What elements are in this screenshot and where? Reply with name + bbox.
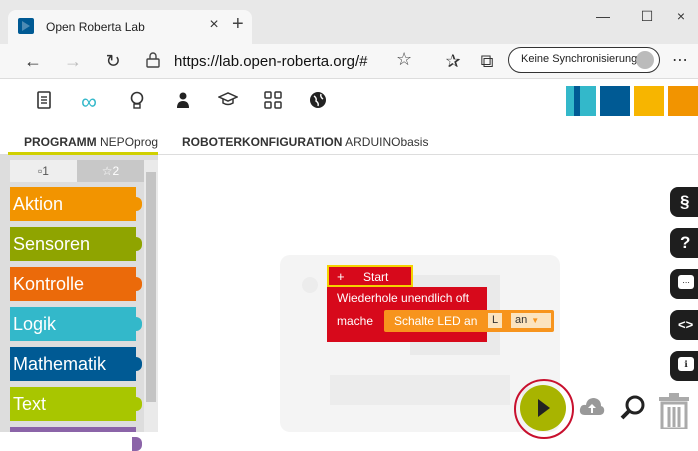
category-mathematik[interactable]: Mathematik (10, 347, 142, 381)
more-menu-icon[interactable]: ⋯ (672, 50, 688, 70)
help-icon: ? (680, 233, 691, 252)
lock-icon (146, 52, 160, 68)
code-brackets-icon: <> (678, 317, 694, 332)
new-tab-button[interactable]: + (232, 14, 244, 34)
start-label: Start (363, 270, 389, 284)
zoom-icon[interactable] (620, 395, 646, 421)
tab-close-icon[interactable]: × (204, 16, 224, 34)
cloud-upload-icon[interactable] (578, 395, 606, 417)
forward-arrow-icon[interactable]: → (60, 49, 86, 73)
close-window-button[interactable]: × (666, 8, 696, 24)
collections-icon[interactable]: ⧉ (474, 49, 500, 73)
led-pin-field[interactable]: L (488, 313, 502, 328)
category-partial[interactable] (10, 427, 142, 451)
do-label: mache (337, 314, 374, 328)
sync-button[interactable]: Keine Synchronisierung (508, 47, 660, 73)
favorite-star-icon[interactable]: ☆ (396, 49, 412, 70)
globe-icon[interactable] (307, 91, 329, 113)
toolbox-level-2-tab[interactable]: ☆2 (77, 160, 144, 182)
switch-led-block[interactable]: Schalte LED an L an ▼ (384, 310, 554, 332)
tab-program[interactable]: PROGRAMM NEPOprog (24, 135, 158, 149)
app-menubar: ∞ (0, 79, 698, 124)
open-roberta-favicon (18, 18, 34, 34)
back-arrow-icon[interactable]: ← (20, 49, 46, 73)
help-button[interactable]: ? (670, 228, 698, 258)
profile-avatar (636, 51, 654, 69)
blockly-workspace[interactable]: ▫1 ☆2 Aktion Sensoren Kontrolle Logik Ma… (0, 155, 698, 451)
category-kontrolle[interactable]: Kontrolle (10, 267, 142, 301)
toolbox-level-tabs: ▫1 ☆2 (10, 160, 144, 182)
category-aktion[interactable]: Aktion (10, 187, 142, 221)
browser-titlebar: Open Roberta Lab × + — ☐ × (0, 0, 698, 44)
paragraph-icon: § (680, 192, 690, 211)
browser-toolbar: ← → ↻ https://lab.open-roberta.org/# ☆ ✰… (0, 44, 698, 79)
reload-icon[interactable]: ↻ (100, 49, 126, 73)
user-icon[interactable] (172, 91, 194, 113)
comment-icon: ℹ (678, 357, 694, 371)
document-icon[interactable] (33, 91, 55, 113)
category-sensoren[interactable]: Sensoren (10, 227, 142, 261)
run-button-highlight-circle (514, 379, 574, 439)
tab-title: Open Roberta Lab (46, 20, 145, 34)
graduation-cap-icon[interactable] (217, 91, 239, 113)
toolbox-scrollbar[interactable] (144, 160, 158, 432)
repeat-label: Wiederhole unendlich oft (337, 291, 470, 305)
tab-robot-config[interactable]: ROBOTERKONFIGURATION ARDUINObasis (182, 135, 428, 149)
start-block[interactable]: + Start (327, 265, 413, 287)
toolbox-scroll-thumb[interactable] (146, 172, 156, 402)
favorites-list-icon[interactable]: ✰ (440, 49, 466, 73)
category-logik[interactable]: Logik (10, 307, 142, 341)
grid-icon[interactable] (262, 91, 284, 113)
infinity-icon[interactable]: ∞ (78, 91, 100, 113)
robot-screen-icon: ∙∙∙ (678, 275, 694, 289)
trash-icon[interactable] (657, 393, 691, 429)
minimize-button[interactable]: — (588, 8, 618, 24)
nepo-logo (566, 86, 698, 116)
maximize-button[interactable]: ☐ (632, 8, 662, 25)
simulation-button[interactable]: ∙∙∙ (670, 269, 698, 299)
program-tabs: PROGRAMM NEPOprog ROBOTERKONFIGURATION A… (0, 124, 698, 155)
code-view-button[interactable]: § (670, 187, 698, 217)
sync-label: Keine Synchronisierung (521, 53, 638, 65)
toolbox: ▫1 ☆2 Aktion Sensoren Kontrolle Logik Ma… (0, 155, 158, 451)
led-state-dropdown[interactable]: an ▼ (511, 313, 551, 328)
lightbulb-icon[interactable] (126, 91, 148, 113)
toolbox-level-1-tab[interactable]: ▫1 (10, 160, 77, 182)
browser-tab[interactable]: Open Roberta Lab × (8, 10, 252, 44)
category-text[interactable]: Text (10, 387, 142, 421)
url-text[interactable]: https://lab.open-roberta.org/# (174, 53, 367, 70)
comment-button[interactable]: ℹ (670, 351, 698, 381)
switch-led-label: Schalte LED an (394, 314, 478, 328)
address-bar[interactable]: https://lab.open-roberta.org/# ☆ (140, 47, 430, 75)
add-icon[interactable]: + (337, 269, 345, 284)
source-code-button[interactable]: <> (670, 310, 698, 340)
